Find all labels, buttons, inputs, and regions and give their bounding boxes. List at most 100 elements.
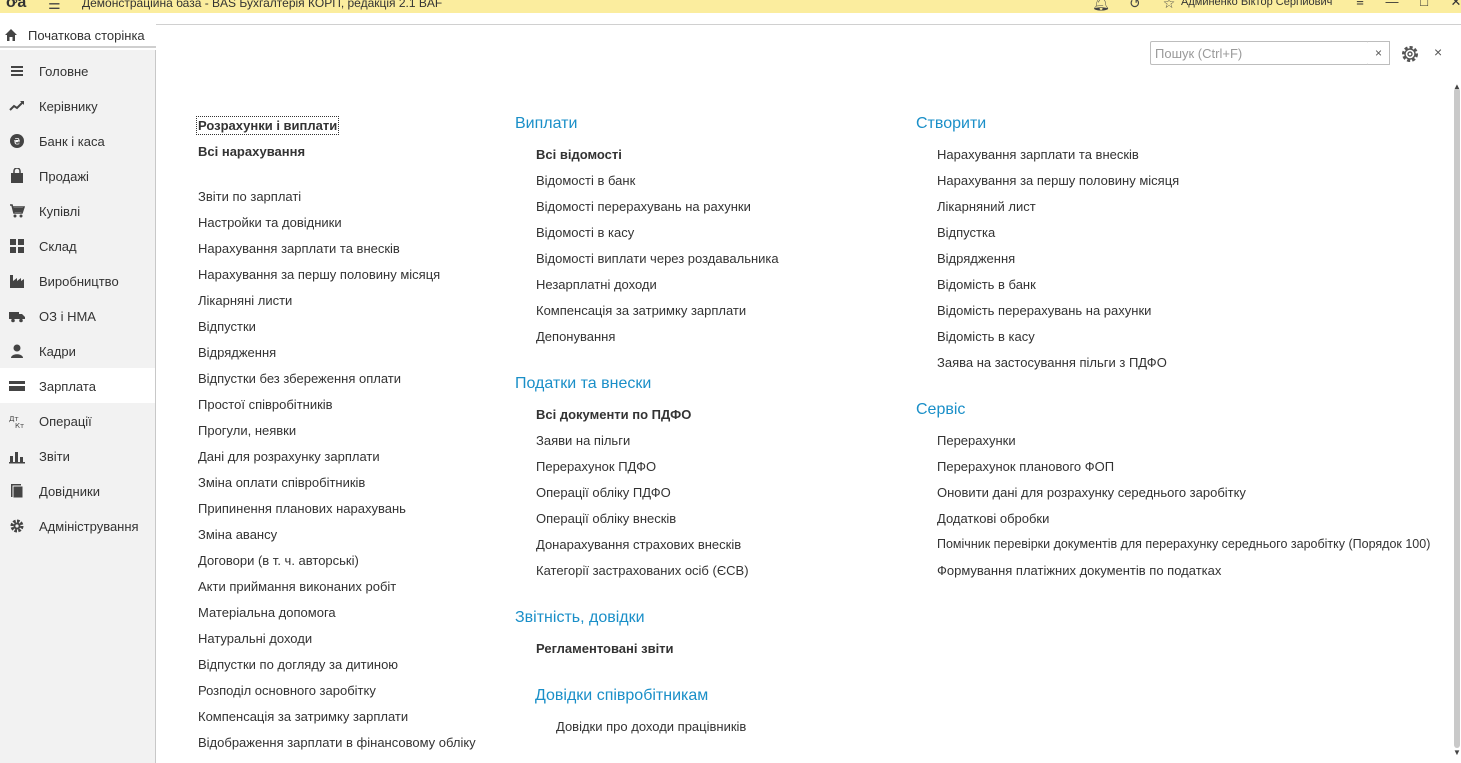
col1-link[interactable]: Дані для розрахунку зарплати bbox=[198, 449, 380, 464]
col3-link[interactable]: Нарахування за першу половину місяця bbox=[937, 173, 1179, 188]
col2-link[interactable]: Відомості перерахувань на рахунки bbox=[536, 199, 751, 214]
col3-link[interactable]: Помічник перевірки документів для перера… bbox=[937, 537, 1430, 551]
col2-link[interactable]: Перерахунок ПДФО bbox=[536, 459, 656, 474]
col3-link[interactable]: Перерахунок планового ФОП bbox=[937, 459, 1114, 474]
scroll-up-icon[interactable]: ▲ bbox=[1453, 82, 1461, 91]
col2-link[interactable]: Депонування bbox=[536, 329, 615, 344]
col2-link[interactable]: Незарплатні доходи bbox=[536, 277, 657, 292]
section-title-payments[interactable]: Виплати bbox=[515, 115, 577, 133]
col1-link[interactable]: Настройки та довідники bbox=[198, 215, 342, 230]
shopping-bag-icon bbox=[11, 168, 23, 183]
link-regulated-reports[interactable]: Регламентовані звіти bbox=[536, 641, 674, 656]
close-window-icon[interactable]: ✕ bbox=[1440, 0, 1461, 10]
truck-icon bbox=[9, 312, 25, 323]
col1-link[interactable]: Прогули, неявки bbox=[198, 423, 296, 438]
sidebar-item-main[interactable]: Головне bbox=[0, 53, 155, 88]
col2-link[interactable]: Донарахування страхових внесків bbox=[536, 537, 741, 552]
notifications-icon[interactable]: 🔔︎ bbox=[1084, 0, 1118, 12]
scroll-down-icon[interactable]: ▼ bbox=[1453, 748, 1461, 757]
history-icon[interactable]: ↺ bbox=[1118, 0, 1152, 12]
sidebar-item-purchases[interactable]: Купівлі bbox=[0, 193, 155, 228]
col3-link[interactable]: Лікарняний лист bbox=[937, 199, 1036, 214]
col1-link[interactable]: Зміна авансу bbox=[198, 527, 277, 542]
col1-link[interactable]: Простої співробітників bbox=[198, 397, 333, 412]
section-title-employee-certificates[interactable]: Довідки співробітникам bbox=[535, 687, 708, 705]
scrollbar-thumb[interactable] bbox=[1454, 88, 1460, 748]
col3-link[interactable]: Формування платіжних документів по подат… bbox=[937, 563, 1221, 578]
col1-link[interactable]: Звіти по зарплаті bbox=[198, 189, 301, 204]
sidebar-item-directories[interactable]: Довідники bbox=[0, 473, 155, 508]
sidebar-item-manager[interactable]: Керівнику bbox=[0, 88, 155, 123]
col1-link[interactable]: Акти приймання виконаних робіт bbox=[198, 579, 396, 594]
sidebar-item-label: Головне bbox=[39, 64, 89, 79]
col3-link[interactable]: Відомість в касу bbox=[937, 329, 1035, 344]
col2-link[interactable]: Відомості в касу bbox=[536, 225, 634, 240]
col2-link[interactable]: Операції обліку ПДФО bbox=[536, 485, 671, 500]
link-settlements-payments[interactable]: Розрахунки і виплати bbox=[195, 116, 340, 135]
search-clear-button[interactable]: × bbox=[1368, 41, 1390, 65]
col1-link[interactable]: Розподіл основного заробітку bbox=[198, 683, 376, 698]
col2-link[interactable]: Відомості в банк bbox=[536, 173, 635, 188]
col1-link[interactable]: Відпустки без збереження оплати bbox=[198, 371, 401, 386]
col3-link[interactable]: Відрядження bbox=[937, 251, 1015, 266]
sidebar-item-administration[interactable]: Адміністрування bbox=[0, 508, 155, 543]
col1-link[interactable]: Договори (в т. ч. авторські) bbox=[198, 553, 359, 568]
sidebar-item-salary[interactable]: Зарплата bbox=[0, 368, 155, 403]
home-tab[interactable]: Початкова сторінка bbox=[0, 24, 156, 48]
col2-link[interactable]: Заяви на пільги bbox=[536, 433, 630, 448]
col3-link[interactable]: Відпустка bbox=[937, 225, 995, 240]
col1-link[interactable]: Відпустки bbox=[198, 319, 256, 334]
sidebar-item-operations[interactable]: Дт Кт Операції bbox=[0, 403, 155, 438]
col2-link[interactable]: Відомості виплати через роздавальника bbox=[536, 251, 779, 266]
col2-link[interactable]: Компенсація за затримку зарплати bbox=[536, 303, 746, 318]
sidebar-item-bank[interactable]: ₴ Банк і каса bbox=[0, 123, 155, 158]
home-tab-label: Початкова сторінка bbox=[28, 28, 145, 43]
col3-link[interactable]: Нарахування зарплати та внесків bbox=[937, 147, 1139, 162]
sidebar-item-label: Виробництво bbox=[39, 274, 119, 289]
col3-link[interactable]: Відомість перерахувань на рахунки bbox=[937, 303, 1151, 318]
col1-link[interactable]: Відпустки по догляду за дитиною bbox=[198, 657, 398, 672]
col2-link[interactable]: Категорії застрахованих осіб (ЄСВ) bbox=[536, 563, 749, 578]
sidebar-item-reports[interactable]: Звіти bbox=[0, 438, 155, 473]
main-menu-icon[interactable]: ☰ bbox=[48, 0, 61, 13]
col3-link[interactable]: Додаткові обробки bbox=[937, 511, 1049, 526]
minimize-icon[interactable]: — bbox=[1376, 0, 1408, 9]
search-input[interactable] bbox=[1150, 41, 1369, 65]
section-title-reporting[interactable]: Звітність, довідки bbox=[515, 609, 645, 627]
col3-link[interactable]: Перерахунки bbox=[937, 433, 1016, 448]
col3-link[interactable]: Відомість в банк bbox=[937, 277, 1036, 292]
maximize-icon[interactable]: □ bbox=[1408, 0, 1440, 9]
sidebar-item-personnel[interactable]: Кадри bbox=[0, 333, 155, 368]
col2-link[interactable]: Операції обліку внесків bbox=[536, 511, 676, 526]
user-name[interactable]: Админенко Віктор Сергійович bbox=[1181, 0, 1332, 8]
user-menu-icon[interactable]: ≡ bbox=[1344, 0, 1376, 9]
sidebar-item-label: Керівнику bbox=[39, 99, 98, 114]
sidebar-item-sales[interactable]: Продажі bbox=[0, 158, 155, 193]
col1-link[interactable]: Натуральні доходи bbox=[198, 631, 312, 646]
col1-link[interactable]: Відрядження bbox=[198, 345, 276, 360]
link-all-pdfo-documents[interactable]: Всі документи по ПДФО bbox=[536, 407, 691, 422]
col1-link[interactable]: Компенсація за затримку зарплати bbox=[198, 709, 408, 724]
trend-chart-icon bbox=[9, 101, 24, 111]
col1-link[interactable]: Матеріальна допомога bbox=[198, 605, 336, 620]
section-title-taxes[interactable]: Податки та внески bbox=[515, 375, 651, 393]
col1-link[interactable]: Лікарняні листи bbox=[198, 293, 292, 308]
col1-link[interactable]: Припинення планових нарахувань bbox=[198, 501, 406, 516]
sidebar-item-fixed-assets[interactable]: ОЗ і НМА bbox=[0, 298, 155, 333]
close-panel-icon[interactable]: × bbox=[1434, 44, 1442, 60]
sidebar-item-warehouse[interactable]: Склад bbox=[0, 228, 155, 263]
col3-link[interactable]: Заява на застосування пільги з ПДФО bbox=[937, 355, 1167, 370]
col3-link[interactable]: Оновити дані для розрахунку середнього з… bbox=[937, 485, 1246, 500]
vertical-scrollbar[interactable]: ▲ ▼ bbox=[1453, 82, 1461, 763]
app-logo-icon[interactable]: ơa bbox=[6, 0, 26, 12]
link-all-statements[interactable]: Всі відомості bbox=[536, 147, 622, 162]
sidebar-item-production[interactable]: Виробництво bbox=[0, 263, 155, 298]
col1-link[interactable]: Відображення зарплати в фінансовому облі… bbox=[198, 735, 476, 750]
link-all-accruals[interactable]: Всі нарахування bbox=[198, 144, 305, 159]
col2-link[interactable]: Довідки про доходи працівників bbox=[556, 719, 746, 734]
svg-text:Кт: Кт bbox=[15, 422, 24, 429]
col1-link[interactable]: Нарахування зарплати та внесків bbox=[198, 241, 400, 256]
col1-link[interactable]: Нарахування за першу половину місяця bbox=[198, 267, 440, 282]
col1-link[interactable]: Зміна оплати співробітників bbox=[198, 475, 365, 490]
settings-gear-icon[interactable] bbox=[1400, 44, 1420, 64]
